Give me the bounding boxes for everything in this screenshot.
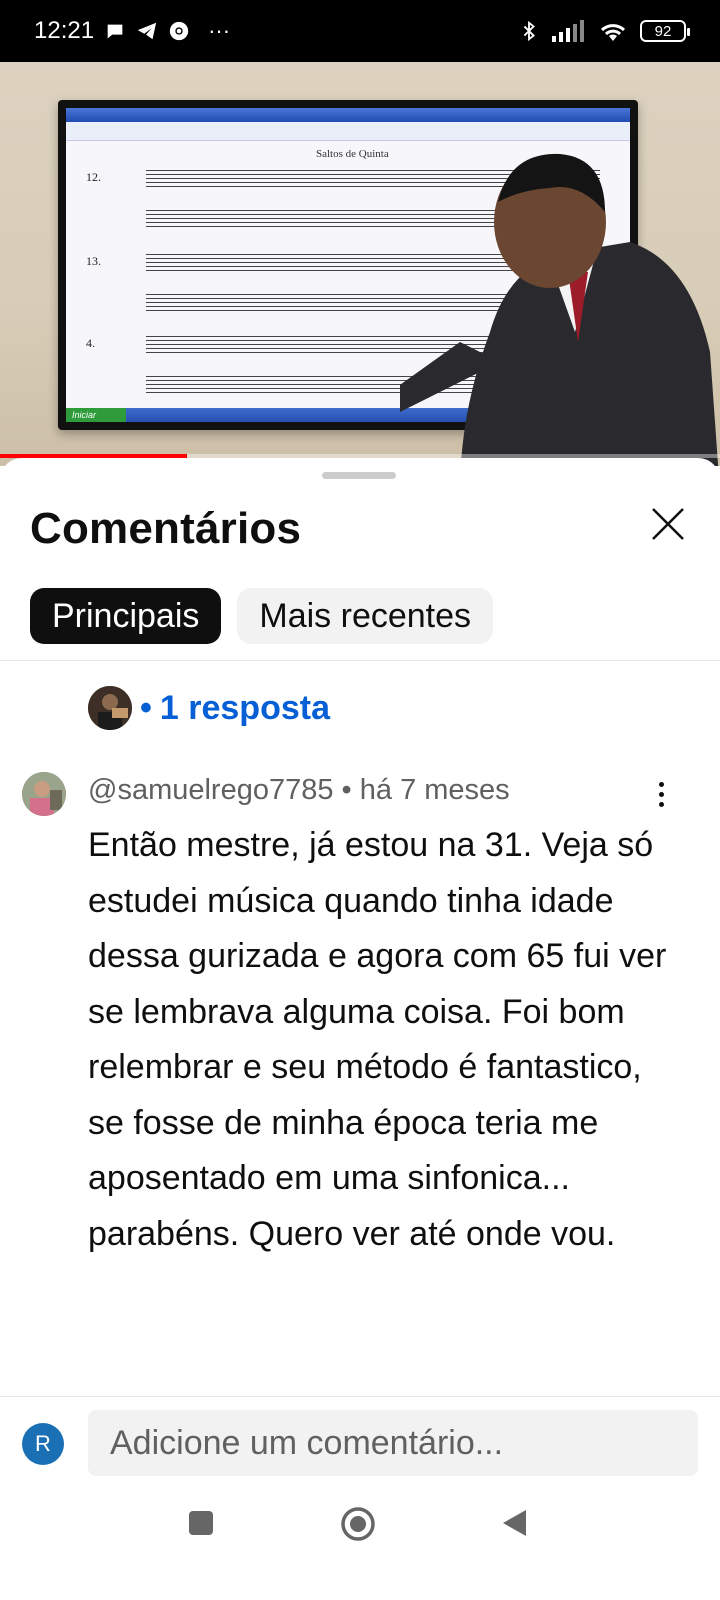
comment-author[interactable]: @samuelrego7785 xyxy=(88,774,333,806)
battery-level: 92 xyxy=(654,22,672,40)
staff-number: 4. xyxy=(86,336,95,350)
recents-icon[interactable] xyxy=(188,1510,214,1536)
tv-window-titlebar xyxy=(66,108,630,122)
avatar: R xyxy=(22,1423,64,1465)
tabs-divider xyxy=(0,660,720,661)
add-comment-input[interactable]: Adicione um comentário... xyxy=(88,1410,698,1476)
status-bar: 12:21 ··· 92 xyxy=(0,0,720,62)
comment-text: Então mestre, já estou na 31. Veja só es… xyxy=(88,826,667,1253)
status-right: 92 xyxy=(518,20,690,42)
status-time: 12:21 xyxy=(34,17,95,44)
avatar xyxy=(88,686,132,730)
comment-timestamp: há 7 meses xyxy=(359,774,510,806)
sheet-music-title: Saltos de Quinta xyxy=(316,148,389,160)
chat-bubble-icon xyxy=(107,24,123,39)
wifi-icon xyxy=(600,24,626,41)
tab-mais-recentes[interactable]: Mais recentes xyxy=(237,588,494,644)
teacher-figure xyxy=(400,153,719,466)
start-button-label: Iniciar xyxy=(66,408,126,422)
reply-author-avatar-image xyxy=(88,686,132,730)
status-left: 12:21 ··· xyxy=(34,17,230,45)
comments-title: Comentários xyxy=(30,504,302,553)
video-player[interactable]: Saltos de Quinta 12. 13. 4. Iniciar xyxy=(0,62,720,466)
comment-meta: @samuelrego7785 • há 7 meses xyxy=(88,774,510,807)
home-icon[interactable] xyxy=(340,1506,376,1542)
signal-icon xyxy=(552,20,584,42)
comment-author-avatar-image xyxy=(22,772,66,816)
bluetooth-icon xyxy=(523,20,535,42)
staff-number: 12. xyxy=(86,170,101,184)
tab-principais[interactable]: Principais xyxy=(30,588,222,644)
reply-bullet: • xyxy=(140,688,152,727)
drag-handle[interactable] xyxy=(322,472,396,479)
more-notifications-icon: ··· xyxy=(208,18,231,43)
avatar[interactable] xyxy=(22,772,66,816)
back-icon[interactable] xyxy=(500,1508,528,1538)
comments-sheet: Comentários Principais Mais recentes • 1… xyxy=(0,458,720,1600)
reply-count-label[interactable]: 1 resposta xyxy=(160,689,330,728)
battery-icon: 92 xyxy=(640,20,690,42)
system-nav-bar xyxy=(0,1498,720,1600)
chrome-icon xyxy=(169,21,189,41)
replies-link[interactable]: • 1 resposta xyxy=(88,686,330,730)
meta-separator: • xyxy=(341,774,352,806)
close-icon[interactable] xyxy=(650,506,686,542)
staff-number: 13. xyxy=(86,254,101,268)
more-options-icon[interactable] xyxy=(646,774,676,814)
compose-divider xyxy=(0,1396,720,1397)
telegram-icon xyxy=(137,22,157,40)
sort-tabs: Principais Mais recentes xyxy=(30,588,494,644)
